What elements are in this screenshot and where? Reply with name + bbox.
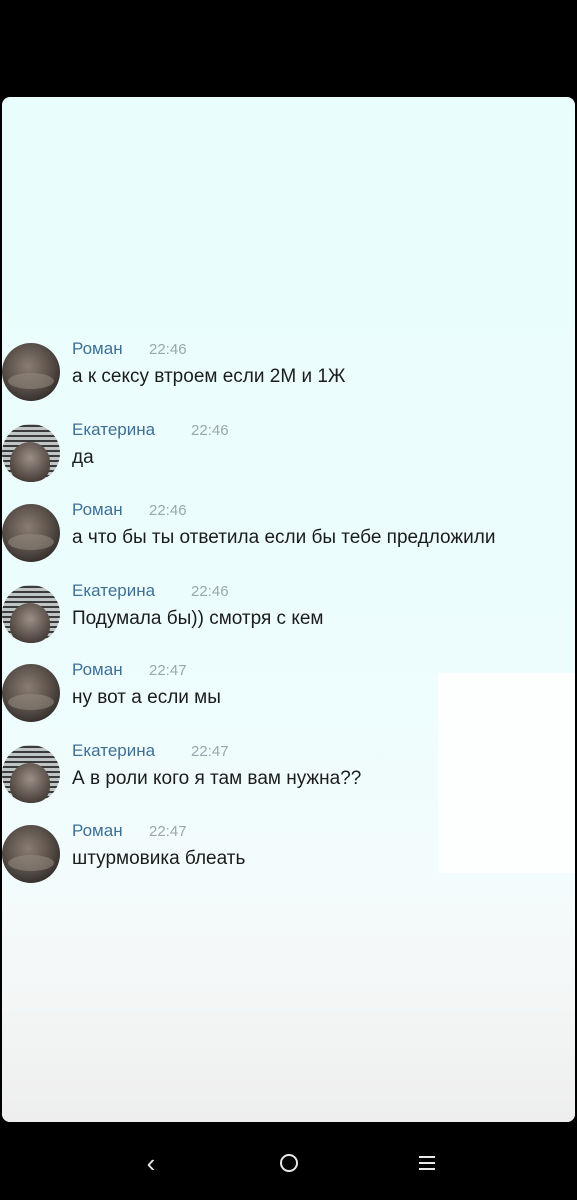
home-circle-icon[interactable] (269, 1148, 309, 1178)
message-text: А в роли кого я там вам нужна?? (72, 768, 362, 789)
message-time: 22:47 (191, 743, 229, 760)
sender-name[interactable]: Екатерина (72, 741, 155, 761)
roman-avatar[interactable] (2, 343, 60, 401)
phone-screen: Роман 22:46 а к сексу втроем если 2М и 1… (0, 0, 577, 1200)
home-circle-shape (280, 1154, 298, 1172)
message-text: да (72, 447, 94, 468)
back-glyph: ‹ (146, 1147, 156, 1178)
chat-screenshot-photo: Роман 22:46 а к сексу втроем если 2М и 1… (2, 97, 575, 1122)
menu-lines-icon[interactable] (407, 1148, 447, 1178)
message-item: Роман 22:47 штурмовика блеать (2, 821, 575, 893)
message-time: 22:47 (149, 823, 187, 840)
back-chevron-icon[interactable]: ‹ (131, 1148, 171, 1178)
message-item: Роман 22:46 а к сексу втроем если 2М и 1… (2, 339, 575, 411)
message-time: 22:47 (149, 662, 187, 679)
roman-avatar[interactable] (2, 825, 60, 883)
ekaterina-avatar[interactable] (2, 585, 60, 643)
message-text: а что бы ты ответила если бы тебе предло… (72, 527, 496, 548)
sender-name[interactable]: Екатерина (72, 420, 155, 440)
message-text: Подумала бы)) смотря с кем (72, 608, 324, 629)
message-text: а к сексу втроем если 2М и 1Ж (72, 366, 346, 387)
sender-name[interactable]: Роман (72, 500, 123, 520)
roman-avatar[interactable] (2, 504, 60, 562)
ekaterina-avatar[interactable] (2, 424, 60, 482)
message-list: Роман 22:46 а к сексу втроем если 2М и 1… (2, 97, 575, 1122)
sender-name[interactable]: Роман (72, 660, 123, 680)
menu-line (419, 1162, 435, 1164)
sender-name[interactable]: Роман (72, 339, 123, 359)
message-item: Екатерина 22:47 А в роли кого я там вам … (2, 741, 575, 813)
menu-line (419, 1168, 435, 1170)
message-item: Екатерина 22:46 Подумала бы)) смотря с к… (2, 581, 575, 653)
message-time: 22:46 (191, 583, 229, 600)
ekaterina-avatar[interactable] (2, 745, 60, 803)
message-item: Екатерина 22:46 да (2, 420, 575, 492)
roman-avatar[interactable] (2, 664, 60, 722)
menu-line (419, 1156, 435, 1158)
message-item: Роман 22:47 ну вот а если мы (2, 660, 575, 732)
message-time: 22:46 (149, 341, 187, 358)
message-text: штурмовика блеать (72, 848, 246, 869)
sender-name[interactable]: Роман (72, 821, 123, 841)
system-navigation-bar: ‹ (0, 1122, 577, 1200)
message-item: Роман 22:46 а что бы ты ответила если бы… (2, 500, 575, 572)
message-time: 22:46 (191, 422, 229, 439)
message-time: 22:46 (149, 502, 187, 519)
message-text: ну вот а если мы (72, 687, 221, 708)
sender-name[interactable]: Екатерина (72, 581, 155, 601)
